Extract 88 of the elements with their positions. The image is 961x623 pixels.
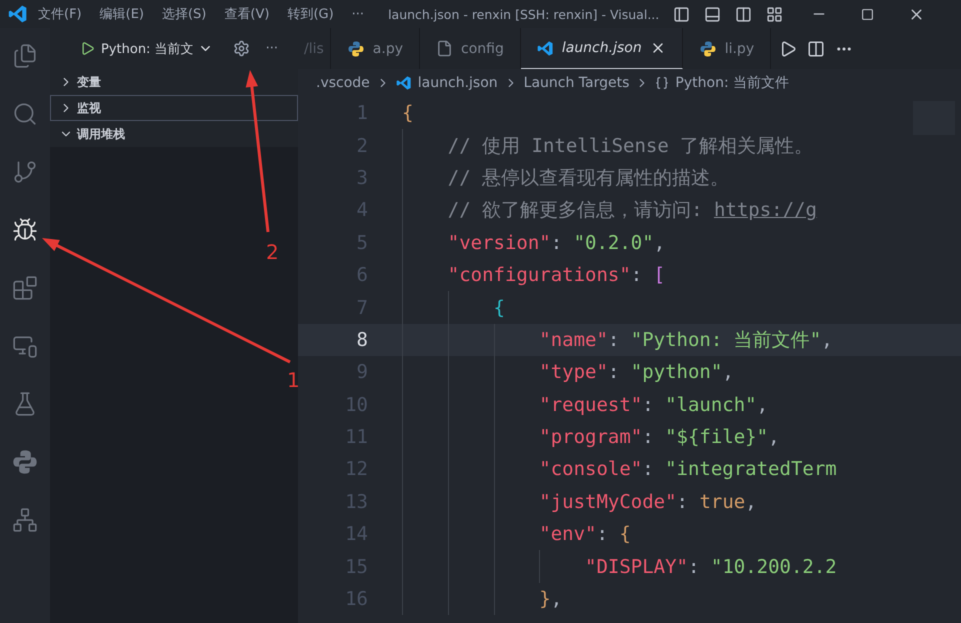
code-token: "DISPLAY" <box>584 556 688 578</box>
code-token: "request" <box>538 394 642 416</box>
files-icon <box>12 43 38 69</box>
more-actions-button[interactable]: ··· <box>266 41 278 56</box>
start-debugging-icon[interactable] <box>80 41 95 56</box>
code-token: , <box>821 328 833 351</box>
code-token: , <box>768 426 780 448</box>
code-token: , <box>722 361 734 384</box>
code-token: : <box>676 490 689 513</box>
code-token: // 悬停以查看现有属性的描述。 <box>446 166 730 191</box>
menu-item[interactable]: ··· <box>344 6 372 22</box>
breadcrumb-item[interactable]: launch.json <box>418 75 498 91</box>
run-debug-icon <box>12 217 38 243</box>
menu-item[interactable]: 选择(S) <box>154 5 214 23</box>
code-token: : <box>688 556 700 578</box>
layout-icon[interactable] <box>766 6 784 22</box>
python-icon <box>698 40 717 58</box>
code-token: : <box>630 264 644 286</box>
menu-item[interactable]: 文件(F) <box>30 5 90 23</box>
search-icon <box>12 101 38 127</box>
code-token: "launch" <box>665 394 757 416</box>
python-icon <box>11 448 39 476</box>
breadcrumb-item[interactable]: Python: 当前文件 <box>675 74 790 92</box>
code-token: "console" <box>538 458 642 480</box>
menu-item[interactable]: 转到(G) <box>279 5 342 23</box>
code-token: "env" <box>538 523 596 546</box>
breadcrumb-item[interactable]: Launch Targets <box>524 75 630 91</box>
vscode-logo-icon <box>536 40 554 56</box>
code-token: "program" <box>538 426 642 448</box>
code-token: , <box>550 588 562 610</box>
breadcrumb-item[interactable]: .vscode <box>316 75 370 91</box>
editor-tab[interactable]: li.py <box>682 28 772 69</box>
code-token: "python" <box>630 361 722 384</box>
code-token: { <box>619 523 631 546</box>
code-token: [ <box>654 264 666 286</box>
branch-icon <box>12 159 38 185</box>
menu-item[interactable]: 查看(V) <box>216 5 278 23</box>
annotation-number: 2 <box>266 240 279 264</box>
annotation-number: 1 <box>287 368 300 392</box>
code-token: "type" <box>538 361 608 384</box>
window-title: launch.json - renxin [SSH: renxin] - Visual... <box>388 6 660 22</box>
code-token: // 欲了解更多信息，请访问: <box>446 198 704 224</box>
code-token: : <box>608 328 620 351</box>
editor-tab[interactable]: launch.json <box>520 28 683 69</box>
code-token: : <box>550 232 564 254</box>
file-icon <box>436 40 453 57</box>
code-token: : <box>596 523 609 546</box>
settings-icon[interactable] <box>232 40 250 57</box>
code-token: "${file}" <box>665 426 768 448</box>
maximize-icon[interactable] <box>861 8 874 20</box>
sidebar-section-header[interactable]: 监视 <box>50 95 298 121</box>
code-token: : <box>642 394 655 416</box>
toggle-panel-icon[interactable] <box>704 6 722 22</box>
code-token: , <box>654 232 666 254</box>
sidebar-section-header[interactable]: 变量 <box>50 69 298 95</box>
code-token: { <box>402 102 414 124</box>
code-token: "justMyCode" <box>538 490 677 513</box>
code-token: { <box>492 296 505 319</box>
code-token: "Python: 当前文件" <box>630 328 822 353</box>
vscode-logo-icon <box>8 4 28 24</box>
code-token: // 使用 IntelliSense 了解相关属性。 <box>446 134 814 159</box>
code-token: , <box>745 490 757 513</box>
code-token: "integratedTerm <box>665 458 837 480</box>
code-token: "name" <box>538 328 608 351</box>
python-icon <box>346 40 365 58</box>
line-number: 8 <box>356 328 369 351</box>
code-token: : <box>642 458 655 480</box>
code-token: "10.200.2.2 <box>710 556 837 578</box>
code-token: : <box>608 361 620 384</box>
code-token: "configurations" <box>446 264 631 286</box>
link[interactable]: https://g <box>714 199 817 222</box>
braces-icon <box>655 76 670 90</box>
tree-icon <box>12 507 38 533</box>
code-token: "0.2.0" <box>574 232 654 254</box>
split-editor-icon[interactable] <box>807 40 826 58</box>
debug-configuration-dropdown[interactable]: Python: 当前文 <box>101 40 213 58</box>
vscode-logo-icon <box>396 75 412 91</box>
code-token: true <box>699 490 746 513</box>
menu-item[interactable]: 编辑(E) <box>92 5 152 23</box>
sidebar-section-header[interactable]: 调用堆栈 <box>50 121 298 147</box>
blocks-icon <box>12 275 38 301</box>
run-icon[interactable] <box>779 40 798 58</box>
code-token: : <box>642 426 655 448</box>
toggle-sidebar-icon[interactable] <box>673 6 690 22</box>
code-token: , <box>756 394 768 416</box>
code-token: } <box>538 588 551 610</box>
toggle-secondary-sidebar-icon[interactable] <box>735 6 752 22</box>
code-token: "version" <box>446 232 551 254</box>
